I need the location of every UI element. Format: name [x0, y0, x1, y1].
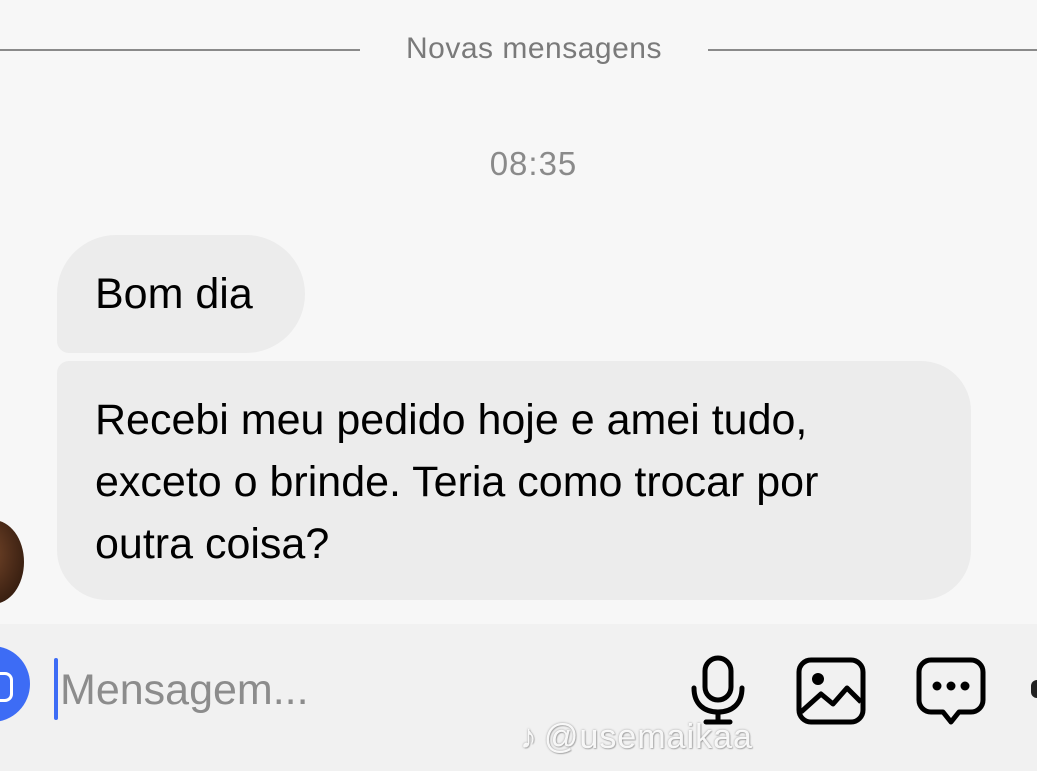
watermark: ♪ @usemaikaa — [520, 718, 753, 757]
microphone-icon — [691, 655, 745, 725]
watermark-handle: @usemaikaa — [544, 718, 753, 756]
sticker-button[interactable] — [913, 652, 989, 728]
new-messages-divider: Novas mensagens — [0, 28, 1037, 72]
received-message-bubble[interactable]: Recebi meu pedido hoje e amei tudo, exce… — [57, 361, 971, 600]
more-options-icon[interactable] — [1031, 680, 1037, 698]
text-caret — [54, 658, 58, 720]
voice-message-button[interactable] — [680, 652, 756, 728]
sender-avatar[interactable] — [0, 520, 24, 604]
divider-line-right — [708, 49, 1037, 51]
message-timestamp: 08:35 — [489, 145, 578, 182]
message-input[interactable] — [60, 660, 620, 720]
new-messages-label: Novas mensagens — [406, 32, 662, 65]
gallery-button[interactable] — [793, 652, 869, 728]
sticker-icon — [916, 657, 986, 725]
received-message-bubble[interactable]: Bom dia — [57, 235, 305, 353]
dm-thread-screen: Novas mensagens 08:35 Bom dia Recebi meu… — [0, 0, 1037, 771]
camera-icon — [0, 672, 13, 702]
gallery-icon — [796, 657, 866, 725]
tiktok-icon: ♪ — [520, 718, 538, 756]
divider-line-left — [0, 49, 360, 51]
